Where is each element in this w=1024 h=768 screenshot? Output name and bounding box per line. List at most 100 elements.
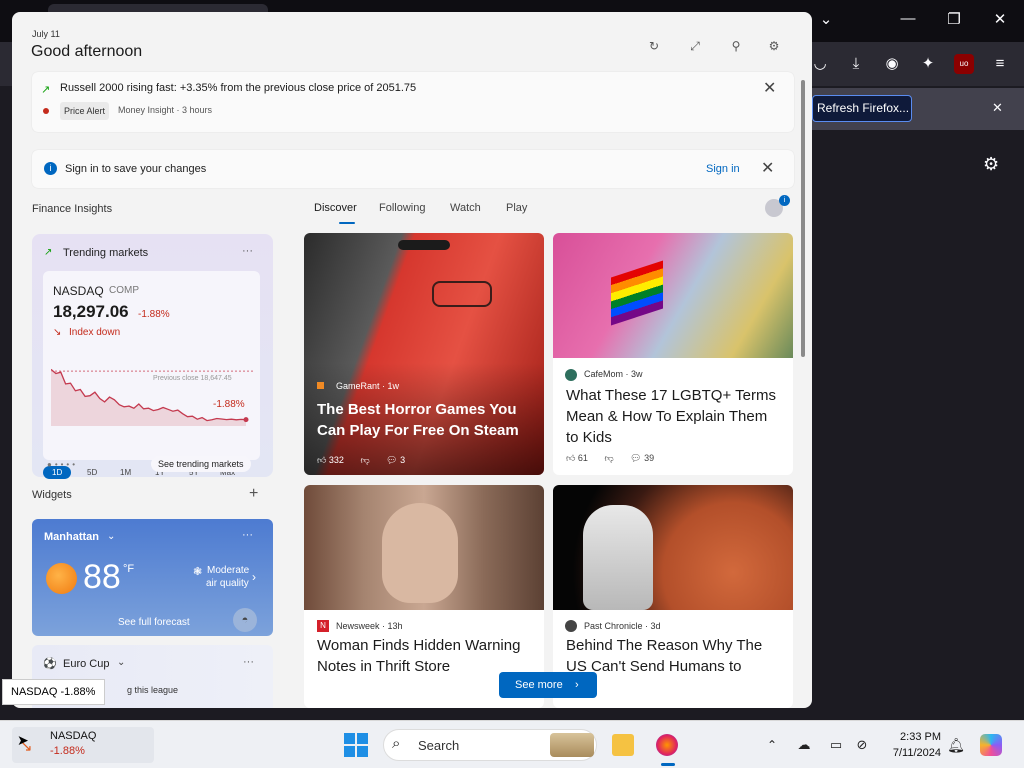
tab-discover[interactable]: Discover — [314, 202, 357, 214]
weather-next-icon[interactable]: › — [252, 570, 256, 584]
chevron-right-icon: › — [575, 679, 579, 691]
news-card-horror-games[interactable]: GameRant · 1w The Best Horror Games You … — [304, 233, 544, 475]
news-source: CafeMom · 3w — [584, 369, 643, 379]
see-trending-link[interactable]: See trending markets — [151, 456, 251, 472]
like-count: 61 — [577, 453, 588, 463]
nasdaq-exchange: COMP — [109, 285, 139, 296]
search-highlight-image — [550, 733, 594, 757]
nasdaq-symbol: NASDAQ — [53, 284, 104, 298]
alert-title: Russell 2000 rising fast: +3.35% from th… — [60, 82, 417, 94]
see-more-button[interactable]: See more › — [499, 672, 597, 698]
search-placeholder: Search — [418, 738, 460, 753]
signin-link[interactable]: Sign in — [706, 163, 740, 175]
weather-card[interactable]: Manhattan ⌄ ··· 88 °F ❃ Moderate air qua… — [32, 519, 273, 636]
taskbar-clock[interactable]: 2:33 PM 7/11/2024 — [875, 729, 941, 761]
menu-icon[interactable]: ≡ — [990, 54, 1010, 74]
period-1d[interactable]: 1D — [52, 468, 62, 477]
news-title[interactable]: Woman Finds Hidden Warning Notes in Thri… — [317, 635, 532, 677]
signin-text: Sign in to save your changes — [65, 163, 207, 175]
close-signin-icon[interactable]: ✕ — [761, 161, 774, 177]
comment-count: 39 — [644, 453, 655, 463]
comment-icon[interactable]: 💬︎ — [386, 455, 397, 465]
air-quality-label: air quality — [206, 578, 249, 589]
close-window-icon[interactable]: ✕ — [980, 10, 1020, 28]
news-title[interactable]: Behind The Reason Why The US Can't Send … — [566, 635, 781, 677]
news-card-lgbtq-terms[interactable]: CafeMom · 3w What These 17 LGBTQ+ Terms … — [553, 233, 793, 475]
glasses-shape — [432, 281, 492, 307]
taskbar-widgets-button[interactable]: ↘ NASDAQ -1.88% — [12, 727, 154, 763]
news-title[interactable]: The Best Horror Games You Can Play For F… — [317, 399, 532, 441]
face-shape — [382, 503, 458, 603]
weather-more-icon[interactable]: ··· — [242, 529, 253, 541]
temperature-unit: °F — [123, 563, 135, 575]
start-button-icon[interactable] — [344, 733, 368, 757]
news-title[interactable]: What These 17 LGBTQ+ Terms Mean & How To… — [566, 385, 781, 448]
like-icon[interactable]: 👍︎ — [317, 455, 326, 465]
pin-icon[interactable]: ⚲ — [728, 38, 744, 54]
panel-scrollbar[interactable] — [801, 80, 805, 357]
taskbar-widget-change: -1.88% — [50, 745, 85, 757]
weather-map-icon[interactable]: ◓ — [233, 608, 257, 632]
cloud-icon[interactable]: ☁ — [793, 734, 815, 756]
tab-list-chevron-icon[interactable]: ⌄ — [806, 10, 846, 28]
taskbar-widget-title: NASDAQ — [50, 730, 97, 742]
slideshow-indicator — [398, 240, 450, 250]
price-alert-badge: Price Alert — [60, 102, 110, 120]
restore-icon[interactable]: ❐ — [934, 10, 974, 28]
weather-location[interactable]: Manhattan — [44, 531, 99, 543]
nasdaq-panel[interactable]: NASDAQ COMP 18,297.06 -1.88% ↘ Index dow… — [43, 271, 260, 479]
file-explorer-icon[interactable] — [612, 734, 634, 756]
carousel-dots[interactable]: ●•••• — [47, 460, 78, 469]
add-widget-icon[interactable]: + — [249, 485, 258, 503]
trend-up-icon: ↗ — [41, 84, 51, 96]
ublock-icon[interactable]: uo — [954, 54, 974, 74]
comment-count: 3 — [400, 455, 406, 465]
nasdaq-tooltip: NASDAQ -1.88% — [2, 679, 105, 705]
show-hidden-icons-chevron-icon[interactable]: ⌃ — [761, 734, 783, 756]
volume-muted-icon[interactable]: ⊘ — [851, 734, 873, 756]
finance-insights-title: Finance Insights — [32, 203, 113, 215]
refresh-firefox-button[interactable]: Refresh Firefox... — [812, 95, 912, 122]
period-1m[interactable]: 1M — [120, 468, 131, 477]
active-tab-indicator — [339, 222, 355, 224]
tab-following[interactable]: Following — [379, 202, 425, 214]
euro-title: Euro Cup — [63, 658, 110, 670]
settings-icon[interactable]: ⚙ — [766, 38, 782, 54]
markets-trend-icon: ↗ — [44, 247, 53, 258]
dislike-icon[interactable]: 👎︎ — [604, 453, 613, 463]
nasdaq-change: -1.88% — [138, 309, 170, 320]
refresh-icon[interactable]: ↻ — [646, 38, 662, 54]
extensions-icon[interactable]: ✦ — [918, 54, 938, 74]
account-icon[interactable]: ◉ — [882, 54, 902, 74]
minimize-icon[interactable]: — — [888, 10, 928, 27]
expand-icon[interactable]: ⤢ — [687, 38, 703, 54]
close-alert-icon[interactable]: ✕ — [763, 81, 776, 97]
pocket-icon[interactable]: ◡ — [810, 54, 830, 74]
location-chevron-icon[interactable]: ⌄ — [107, 531, 115, 542]
forecast-link[interactable]: See full forecast — [118, 617, 190, 628]
notification-badge-icon: i — [779, 195, 790, 206]
tab-watch[interactable]: Watch — [450, 202, 481, 214]
period-5d[interactable]: 5D — [87, 468, 97, 477]
trending-title: Trending markets — [63, 247, 149, 259]
network-icon[interactable]: ▭ — [825, 734, 847, 756]
downloads-icon[interactable]: ⤓ — [846, 54, 866, 74]
trending-more-icon[interactable]: ··· — [242, 245, 253, 257]
like-icon[interactable]: 👍︎ — [566, 453, 575, 463]
dislike-icon[interactable]: 👎︎ — [360, 455, 369, 465]
copilot-icon[interactable] — [980, 734, 1002, 756]
close-notification-icon[interactable]: ✕ — [992, 100, 1003, 116]
notification-bell-icon[interactable]: 🔔︎ — [945, 734, 967, 756]
taskbar: ↘ NASDAQ -1.88% ➤ ⌕ Search ⌃ ☁ ▭ ⊘ 2:33 … — [0, 720, 1024, 768]
comment-icon[interactable]: 💬︎ — [630, 453, 641, 463]
firefox-icon[interactable] — [656, 734, 678, 756]
price-alert-card[interactable]: ↗ Russell 2000 rising fast: +3.35% from … — [32, 72, 794, 132]
past-chronicle-logo-icon — [565, 620, 577, 632]
euro-more-icon[interactable]: ··· — [243, 656, 254, 668]
news-source: GameRant · 1w — [336, 381, 400, 391]
taskbar-search[interactable]: ⌕ Search — [383, 729, 597, 761]
trending-markets-card[interactable]: ↗ Trending markets ··· NASDAQ COMP 18,29… — [32, 234, 273, 479]
euro-chevron-icon[interactable]: ⌄ — [117, 657, 125, 668]
tab-play[interactable]: Play — [506, 202, 527, 214]
settings-gear-icon[interactable]: ⚙ — [983, 154, 999, 175]
